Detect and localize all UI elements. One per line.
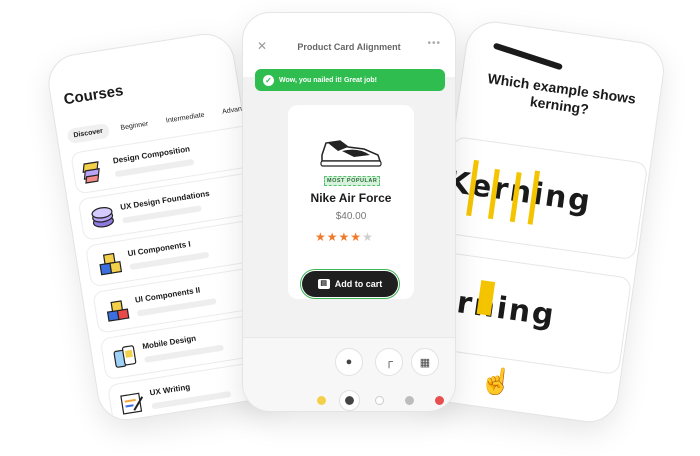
rating-stars: ★★★★★ <box>315 230 374 244</box>
status-bar <box>492 42 564 71</box>
page-title: Product Card Alignment <box>297 42 401 52</box>
star-icon: ★ <box>338 230 351 244</box>
layers-icon <box>81 156 111 186</box>
success-toast: ✓ Wow, you nailed it! Great job! <box>255 69 445 91</box>
star-icon: ★ <box>315 230 327 244</box>
tab-beginner[interactable]: Beginner <box>113 116 155 137</box>
corner-radius-icon[interactable]: ┌ <box>375 348 403 376</box>
blocks-icon <box>103 296 133 326</box>
stack-icon <box>88 203 118 233</box>
tab-intermediate[interactable]: Intermediate <box>159 107 212 130</box>
product-name: Nike Air Force <box>310 191 392 205</box>
quiz-question: Which example shows kerning? <box>486 70 637 118</box>
course-name: UX Writing <box>149 382 191 398</box>
star-icon: ★ <box>350 230 363 244</box>
swatch-white[interactable] <box>375 396 384 405</box>
drop-icon[interactable]: ● <box>335 348 363 376</box>
style-toolbar: ● ┌ ▦ <box>243 337 455 411</box>
writing-icon <box>117 389 147 419</box>
product-price: $40.00 <box>335 211 367 222</box>
quiz-option-1[interactable]: Kerning <box>440 135 649 261</box>
sneaker-image <box>320 140 382 167</box>
star-icon: ★ <box>326 230 339 244</box>
shadow-icon[interactable]: ▦ <box>411 348 439 376</box>
toast-text: Wow, you nailed it! Great job! <box>279 76 378 84</box>
courses-title: Courses <box>62 82 125 109</box>
swatch-dark[interactable] <box>340 391 359 410</box>
swatch-gray[interactable] <box>405 396 414 405</box>
swatch-red[interactable] <box>435 396 444 405</box>
popular-badge: MOST POPULAR <box>324 176 381 186</box>
check-icon: ✓ <box>263 74 274 86</box>
star-icon: ★ <box>362 230 374 244</box>
swatch-yellow[interactable] <box>317 396 326 405</box>
pointer-hand-icon: ☝ <box>478 364 515 399</box>
top-bar: ✕ Product Card Alignment ••• <box>243 13 455 77</box>
tab-discover[interactable]: Discover <box>66 122 110 145</box>
add-to-cart-label: Add to cart <box>334 279 383 289</box>
add-to-cart-button[interactable]: ▤ Add to cart <box>300 269 400 299</box>
product-card-phone: ✕ Product Card Alignment ••• ✓ Wow, you … <box>242 12 456 412</box>
phones-icon <box>110 342 140 372</box>
cart-icon: ▤ <box>317 279 330 289</box>
more-icon[interactable]: ••• <box>427 38 441 49</box>
product-card: MOST POPULAR Nike Air Force $40.00 ★★★★★ <box>288 105 414 299</box>
blocks-icon <box>95 249 125 279</box>
course-name: Mobile Design <box>141 333 197 352</box>
